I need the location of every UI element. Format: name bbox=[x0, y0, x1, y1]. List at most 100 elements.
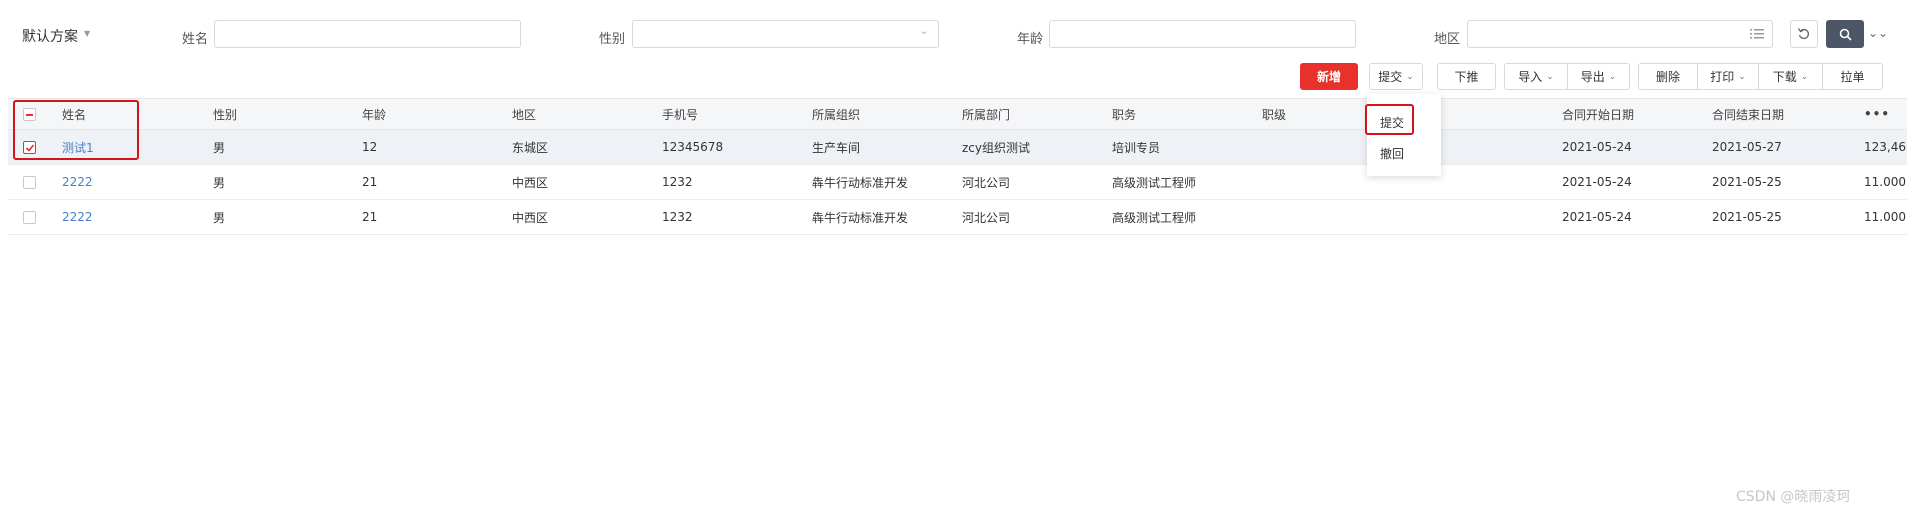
menu-item-withdraw[interactable]: 撤回 bbox=[1380, 145, 1404, 162]
column-header[interactable]: 地区 bbox=[512, 99, 536, 129]
gender-filter-select[interactable]: ⌄ bbox=[632, 20, 939, 48]
push-down-label: 下推 bbox=[1454, 70, 1479, 84]
chevron-down-icon: ⌄ bbox=[1738, 71, 1746, 82]
chevron-down-icon: ⌄ bbox=[1546, 71, 1554, 82]
add-button[interactable]: 新增 bbox=[1300, 63, 1358, 90]
name-cell[interactable]: 测试1 bbox=[62, 130, 94, 164]
submit-dropdown-button[interactable]: 提交 ⌄ bbox=[1369, 63, 1423, 90]
age-filter-label: 年龄 bbox=[1017, 32, 1044, 47]
row-checkbox[interactable] bbox=[23, 130, 36, 164]
export-dropdown-button[interactable]: 导出 ⌄ bbox=[1567, 63, 1630, 90]
column-header[interactable]: 手机号 bbox=[662, 99, 698, 129]
column-header[interactable]: 合同开始日期 bbox=[1562, 99, 1634, 129]
import-dropdown-button[interactable]: 导入 ⌄ bbox=[1504, 63, 1568, 90]
end-date-cell: 2021-05-25 bbox=[1712, 210, 1782, 224]
push-down-button[interactable]: 下推 bbox=[1437, 63, 1496, 90]
search-button[interactable] bbox=[1826, 20, 1864, 48]
dept-cell: zcy组织测试 bbox=[962, 140, 1030, 155]
row-checkbox[interactable] bbox=[23, 200, 36, 234]
region-cell: 东城区 bbox=[512, 140, 549, 155]
pull-button[interactable]: 拉单 bbox=[1822, 63, 1883, 90]
name-cell[interactable]: 2222 bbox=[62, 200, 93, 234]
print-dropdown-button[interactable]: 打印 ⌄ bbox=[1697, 63, 1759, 90]
age-cell: 21 bbox=[362, 210, 378, 224]
phone-cell: 1232 bbox=[662, 210, 693, 224]
column-header[interactable]: 职务 bbox=[1112, 99, 1136, 129]
title-cell: 高级测试工程师 bbox=[1112, 175, 1197, 190]
double-chevron-down-icon[interactable]: ⌄⌄ bbox=[1868, 26, 1888, 40]
start-date-cell: 2021-05-24 bbox=[1562, 210, 1632, 224]
extra-cell: 11.000 bbox=[1864, 175, 1906, 189]
column-header[interactable]: 年龄 bbox=[362, 99, 386, 129]
menu-item-submit[interactable]: 提交 bbox=[1380, 114, 1404, 131]
dept-cell: 河北公司 bbox=[962, 210, 1011, 225]
region-filter-label: 地区 bbox=[1434, 32, 1461, 47]
age-cell: 21 bbox=[362, 175, 378, 189]
download-label: 下载 bbox=[1772, 70, 1797, 84]
row-checkbox[interactable] bbox=[23, 165, 36, 199]
submit-dropdown-menu: 提交 撤回 bbox=[1367, 94, 1441, 176]
org-cell: 生产车间 bbox=[812, 140, 861, 155]
import-label: 导入 bbox=[1518, 70, 1543, 84]
table-header: 姓名 性别 年龄 地区 手机号 所属组织 所属部门 职务 职级 合同开始日期 合… bbox=[8, 98, 1907, 130]
select-all-checkbox[interactable] bbox=[23, 99, 36, 129]
end-date-cell: 2021-05-27 bbox=[1712, 140, 1782, 154]
chevron-down-icon: ⌄ bbox=[1608, 71, 1617, 82]
watermark: CSDN @晓雨凌珂 bbox=[1736, 489, 1851, 505]
scheme-label: 默认方案 bbox=[22, 29, 78, 45]
table-row[interactable]: 2222 男 21 中西区 1232 犇牛行动标准开发 河北公司 高级测试工程师… bbox=[8, 165, 1907, 200]
age-cell: 12 bbox=[362, 140, 378, 154]
download-dropdown-button[interactable]: 下载 ⌄ bbox=[1758, 63, 1823, 90]
org-cell: 犇牛行动标准开发 bbox=[812, 175, 909, 190]
gender-cell: 男 bbox=[213, 210, 226, 225]
pull-label: 拉单 bbox=[1840, 70, 1865, 84]
column-header[interactable]: 合同结束日期 bbox=[1712, 99, 1784, 129]
chevron-down-icon: ⌄ bbox=[919, 26, 928, 37]
gender-cell: 男 bbox=[213, 175, 226, 190]
gender-cell: 男 bbox=[213, 140, 226, 155]
print-label: 打印 bbox=[1710, 70, 1735, 84]
reset-button[interactable] bbox=[1790, 20, 1818, 48]
search-icon bbox=[1839, 28, 1852, 41]
scheme-caret-icon: ▼ bbox=[84, 28, 91, 38]
name-filter-label: 姓名 bbox=[182, 32, 209, 47]
column-header[interactable]: 所属组织 bbox=[812, 99, 860, 129]
chevron-down-icon: ⌄ bbox=[1800, 71, 1809, 82]
phone-cell: 12345678 bbox=[662, 140, 724, 154]
column-header[interactable]: 所属部门 bbox=[962, 99, 1010, 129]
gender-filter-label: 性别 bbox=[599, 32, 626, 47]
region-cell: 中西区 bbox=[512, 175, 549, 190]
list-icon[interactable] bbox=[1750, 28, 1764, 40]
title-cell: 培训专员 bbox=[1112, 140, 1161, 155]
reset-icon bbox=[1797, 28, 1809, 40]
table-row[interactable]: 2222 男 21 中西区 1232 犇牛行动标准开发 河北公司 高级测试工程师… bbox=[8, 200, 1907, 235]
dept-cell: 河北公司 bbox=[962, 175, 1011, 190]
delete-button[interactable]: 删除 bbox=[1638, 63, 1698, 90]
column-header[interactable]: 职级 bbox=[1262, 99, 1286, 129]
chevron-down-icon: ⌄ bbox=[1406, 71, 1414, 82]
end-date-cell: 2021-05-25 bbox=[1712, 175, 1782, 189]
delete-label: 删除 bbox=[1655, 70, 1680, 84]
name-filter-input[interactable] bbox=[214, 20, 521, 48]
column-header[interactable]: 性别 bbox=[213, 99, 237, 129]
data-table: 姓名 性别 年龄 地区 手机号 所属组织 所属部门 职务 职级 合同开始日期 合… bbox=[8, 98, 1907, 235]
filter-bar: 默认方案 ▼ 姓名 性别 ⌄ 年龄 地区 ⌄⌄ bbox=[0, 0, 1907, 60]
table-row[interactable]: 测试1 男 12 东城区 12345678 生产车间 zcy组织测试 培训专员 … bbox=[8, 130, 1907, 165]
add-button-label: 新增 bbox=[1316, 70, 1341, 84]
extra-cell: 11.000 bbox=[1864, 210, 1906, 224]
region-cell: 中西区 bbox=[512, 210, 549, 225]
export-label: 导出 bbox=[1580, 70, 1605, 84]
extra-cell: 123,46 bbox=[1864, 140, 1906, 154]
age-filter-input[interactable] bbox=[1049, 20, 1356, 48]
org-cell: 犇牛行动标准开发 bbox=[812, 210, 909, 225]
more-columns-icon[interactable]: ••• bbox=[1864, 99, 1890, 129]
region-filter-input[interactable] bbox=[1467, 20, 1773, 48]
name-cell[interactable]: 2222 bbox=[62, 165, 93, 199]
start-date-cell: 2021-05-24 bbox=[1562, 140, 1632, 154]
title-cell: 高级测试工程师 bbox=[1112, 210, 1197, 225]
column-header[interactable]: 姓名 bbox=[62, 99, 86, 129]
submit-button-label: 提交 bbox=[1378, 70, 1403, 84]
start-date-cell: 2021-05-24 bbox=[1562, 175, 1632, 189]
phone-cell: 1232 bbox=[662, 175, 693, 189]
scheme-selector[interactable]: 默认方案 ▼ bbox=[22, 26, 90, 46]
